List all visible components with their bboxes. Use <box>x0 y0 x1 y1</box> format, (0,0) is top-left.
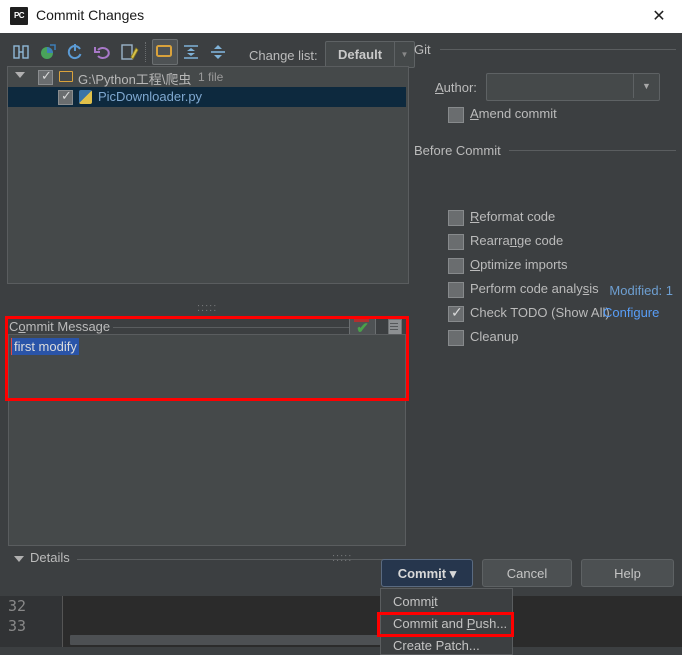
line-number: 33 <box>8 617 27 635</box>
details-section-toggle[interactable]: Details ::::: <box>7 549 407 569</box>
python-file-icon <box>79 90 92 104</box>
reformat-code-checkbox[interactable] <box>448 210 464 226</box>
table-row[interactable]: ✓ G:\Python工程\爬虫 1 file <box>8 67 406 87</box>
changelist-combobox[interactable]: Default ▼ <box>325 41 415 68</box>
author-label: Author: <box>435 80 477 95</box>
dialog-titlebar: PC Commit Changes ✕ <box>0 0 682 33</box>
check-todo-row[interactable]: ✓ Check TODO (Show All) Configure <box>414 303 676 325</box>
commit-options-panel: Git Author: ▼ Amend commit Before Commit… <box>414 38 676 346</box>
changed-files-tree[interactable]: ✓ G:\Python工程\爬虫 1 file ✓ PicDownloader.… <box>7 66 409 284</box>
editor-horizontal-scrollbar[interactable] <box>70 635 400 645</box>
details-label: Details <box>30 550 70 565</box>
cleanup-row[interactable]: Cleanup <box>414 327 676 349</box>
commit-changes-dialog: PC Commit Changes ✕ Change list: Default… <box>0 0 682 596</box>
file-name-label: PicDownloader.py <box>98 89 203 104</box>
cleanup-checkbox[interactable] <box>448 330 464 346</box>
revert-icon[interactable] <box>91 41 113 63</box>
commit-message-value: first modify <box>12 338 79 355</box>
file-checkbox[interactable]: ✓ <box>58 88 73 105</box>
commit-message-label: Commit Message <box>9 319 110 334</box>
menu-item-create-patch[interactable]: Create Patch... <box>381 635 512 654</box>
before-commit-section-title: Before Commit <box>414 143 501 158</box>
rearrange-code-row[interactable]: Rearrange code <box>414 231 676 253</box>
changelist-value: Default <box>337 47 383 62</box>
cm-label-prefix: C <box>9 319 19 334</box>
details-divider <box>77 559 407 560</box>
cm-label-mnemonic: o <box>18 319 26 334</box>
git-section-title: Git <box>414 42 431 57</box>
git-section-divider <box>440 49 676 50</box>
group-by-directory-icon[interactable] <box>152 39 178 65</box>
optimize-imports-row[interactable]: Optimize imports <box>414 255 676 277</box>
optimize-imports-label: Optimize imports <box>470 257 568 272</box>
folder-path-label: G:\Python工程\爬虫 <box>78 72 192 87</box>
show-diff-in-new-window-icon[interactable] <box>37 41 59 63</box>
reformat-code-label: Reformat code <box>470 209 556 224</box>
commit-message-input[interactable]: first modify <box>8 334 406 546</box>
optimize-imports-checkbox[interactable] <box>448 258 464 274</box>
tree-expand-arrow-icon[interactable] <box>15 72 25 78</box>
menu-item-commit-and-push[interactable]: Commit and Push... <box>381 613 512 635</box>
table-row[interactable]: ✓ PicDownloader.py <box>8 87 406 107</box>
cancel-button[interactable]: Cancel <box>482 559 572 587</box>
rearrange-code-checkbox[interactable] <box>448 234 464 250</box>
refresh-icon[interactable] <box>64 41 86 63</box>
close-icon[interactable]: ✕ <box>636 0 682 33</box>
expand-all-icon[interactable] <box>180 41 202 63</box>
file-count-label: 1 file <box>198 70 224 84</box>
line-number: 32 <box>8 597 27 615</box>
changelist-label: Change list: <box>249 48 318 63</box>
amend-commit-row[interactable]: Amend commit <box>414 104 676 126</box>
configure-link[interactable]: Configure <box>603 305 659 320</box>
dialog-title: Commit Changes <box>36 7 145 23</box>
cm-label-suffix: mmit Message <box>25 319 111 334</box>
menu-item-commit[interactable]: Commit <box>381 591 512 613</box>
folder-icon <box>59 71 73 82</box>
chevron-down-icon: ▼ <box>633 74 659 98</box>
commit-message-divider <box>113 327 349 328</box>
details-splitter-handle[interactable]: ::::: <box>332 552 352 564</box>
pycharm-icon: PC <box>10 7 28 25</box>
check-todo-checkbox[interactable]: ✓ <box>448 304 464 322</box>
toolbar-separator <box>145 42 147 62</box>
amend-commit-checkbox[interactable] <box>448 107 464 123</box>
show-diff-icon[interactable] <box>10 41 32 63</box>
changes-toolbar: Change list: Default ▼ <box>6 38 415 68</box>
perform-code-analysis-row[interactable]: Perform code analysis <box>414 279 676 301</box>
clipboard-line <box>390 323 398 324</box>
cleanup-label: Cleanup <box>470 329 519 344</box>
folder-checkbox[interactable]: ✓ <box>38 68 53 85</box>
perform-code-analysis-checkbox[interactable] <box>448 282 464 298</box>
rearrange-code-label: Rearrange code <box>470 233 564 248</box>
vertical-splitter-handle[interactable]: ::::: <box>197 302 217 314</box>
reformat-code-row[interactable]: Reformat code <box>414 207 676 229</box>
chevron-down-icon <box>14 556 24 562</box>
collapse-all-icon[interactable] <box>207 41 229 63</box>
edit-source-icon[interactable] <box>118 41 140 63</box>
dialog-body: Change list: Default ▼ ✓ G:\Python工程\爬虫 … <box>0 33 682 596</box>
chevron-down-icon: ▾ <box>449 566 457 581</box>
clipboard-line <box>390 329 398 330</box>
perform-code-analysis-label: Perform code analysis <box>470 281 599 296</box>
before-commit-divider <box>509 150 676 151</box>
author-combobox[interactable]: ▼ <box>486 73 660 101</box>
clipboard-line <box>390 326 398 327</box>
help-button[interactable]: Help <box>581 559 674 587</box>
chevron-down-icon: ▼ <box>394 42 414 67</box>
commit-message-section: Commit Message ✔ first modify <box>7 316 407 548</box>
editor-bottom-strip <box>0 647 682 653</box>
check-todo-label: Check TODO (Show All) <box>470 305 610 320</box>
amend-commit-label: Amend commit <box>470 106 557 121</box>
commit-button[interactable]: Commit ▾ <box>381 559 473 587</box>
commit-dropdown-menu: Commit Commit and Push... Create Patch..… <box>380 588 513 655</box>
